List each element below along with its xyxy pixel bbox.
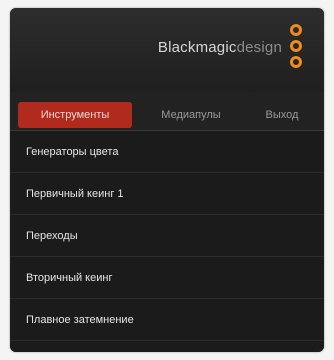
- tab-media-pools[interactable]: Медиапулы: [142, 102, 240, 128]
- blackmagic-logo-icon: [288, 24, 308, 70]
- tab-bar: Инструменты Медиапулы Выход: [10, 100, 324, 130]
- menu-item-upstream-key-1[interactable]: Первичный кеинг 1: [10, 173, 324, 215]
- menu-item-color-generators[interactable]: Генераторы цвета: [10, 131, 324, 173]
- brand-name-dim: design: [236, 38, 282, 56]
- header-bar: Blackmagicdesign: [10, 8, 324, 92]
- logo-ring-top: [290, 24, 302, 36]
- brand-name: Blackmagicdesign: [158, 39, 282, 56]
- tab-output[interactable]: Выход: [250, 102, 314, 128]
- menu-item-downstream-key[interactable]: Вторичный кеинг: [10, 257, 324, 299]
- brand: Blackmagicdesign: [158, 24, 308, 70]
- tab-tools[interactable]: Инструменты: [18, 102, 132, 128]
- menu-item-transitions[interactable]: Переходы: [10, 215, 324, 257]
- tools-menu: Генераторы цвета Первичный кеинг 1 Перех…: [10, 130, 324, 352]
- logo-ring-bottom: [290, 56, 302, 68]
- brand-name-main: Blackmagic: [157, 38, 237, 56]
- logo-ring-middle: [290, 40, 302, 52]
- menu-item-fade-to-black[interactable]: Плавное затемнение: [10, 299, 324, 341]
- app-window: Blackmagicdesign Инструменты Медиапулы В…: [10, 8, 324, 352]
